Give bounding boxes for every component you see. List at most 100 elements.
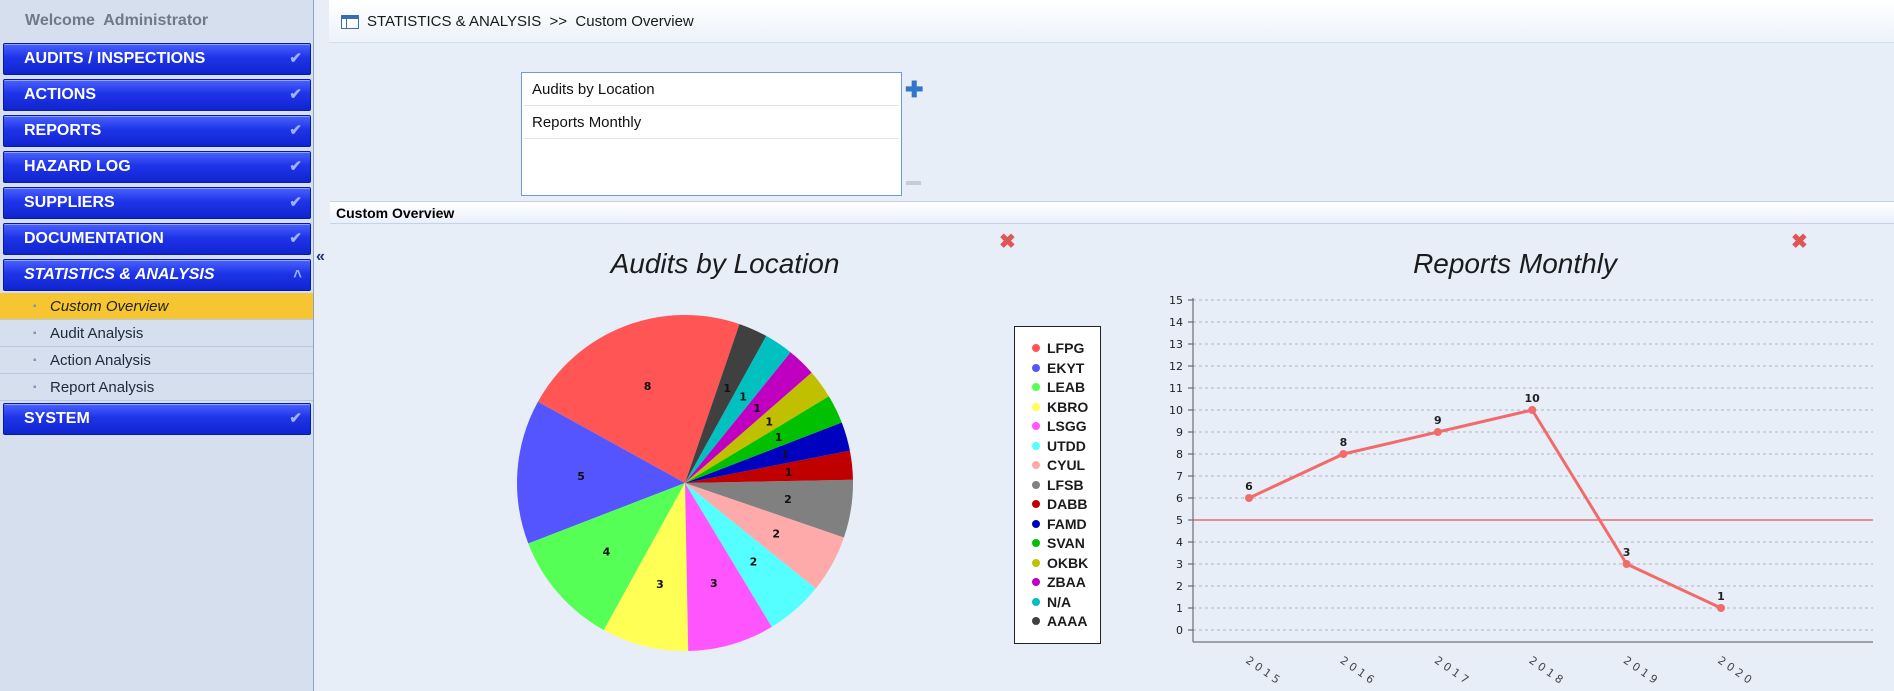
legend-label: LEAB <box>1047 379 1086 395</box>
nav-system[interactable]: SYSTEM ✔ <box>3 403 311 435</box>
nav-label: DOCUMENTATION <box>24 230 164 247</box>
nav-reports[interactable]: REPORTS ✔ <box>3 115 311 147</box>
y-tick-label: 7 <box>1176 470 1183 483</box>
y-tick-label: 15 <box>1169 294 1183 307</box>
x-tick-label: 2 0 1 7 <box>1432 654 1471 687</box>
list-item[interactable]: Audits by Location <box>524 75 899 106</box>
y-tick-label: 0 <box>1176 624 1183 637</box>
legend-swatch <box>1032 500 1040 508</box>
y-tick-label: 5 <box>1176 514 1183 527</box>
data-label: 10 <box>1525 392 1541 405</box>
close-line-chart-icon[interactable]: ✖ <box>1791 229 1808 254</box>
nav-documentation[interactable]: DOCUMENTATION ✔ <box>3 223 311 255</box>
series-line <box>1248 408 1722 610</box>
nav-hazard-log[interactable]: HAZARD LOG ✔ <box>3 151 311 183</box>
bullet-icon: ▪ <box>33 301 37 312</box>
sidebar: Welcome Administrator AUDITS / INSPECTIO… <box>0 0 314 691</box>
remove-icon[interactable] <box>906 181 921 185</box>
pie-slice-label: 4 <box>603 545 611 558</box>
subnav-action-analysis[interactable]: ▪ Action Analysis <box>0 347 313 374</box>
y-tick-label: 2 <box>1176 580 1183 593</box>
legend-label: DABB <box>1047 496 1088 512</box>
legend-entry: N/A <box>1032 593 1071 612</box>
legend-label: KBRO <box>1047 398 1089 415</box>
close-pie-chart-icon[interactable]: ✖ <box>999 229 1016 254</box>
nav-statistics-analysis[interactable]: STATISTICS & ANALYSIS ˄ <box>3 259 311 291</box>
y-tick-label: 12 <box>1169 360 1183 373</box>
legend-swatch <box>1032 597 1040 606</box>
legend-swatch <box>1032 461 1040 469</box>
nav-label: STATISTICS & ANALYSIS <box>24 266 215 283</box>
pie-slice-label: 2 <box>772 527 780 540</box>
legend-swatch <box>1032 480 1040 489</box>
nav-audits-inspections[interactable]: AUDITS / INSPECTIONS ✔ <box>3 43 311 75</box>
legend-swatch <box>1032 617 1040 625</box>
legend-swatch <box>1032 519 1040 528</box>
legend-entry: ZBAA <box>1032 573 1086 592</box>
subnav-audit-analysis[interactable]: ▪ Audit Analysis <box>0 320 313 347</box>
panel-header: Custom Overview <box>330 201 1894 224</box>
legend-entry: LFSB <box>1032 476 1084 495</box>
subnav-label: Audit Analysis <box>50 325 144 342</box>
list-item[interactable]: Reports Monthly <box>524 108 899 139</box>
data-label: 8 <box>1340 436 1348 449</box>
nav-actions[interactable]: ACTIONS ✔ <box>3 79 311 111</box>
subnav-label: Report Analysis <box>50 379 155 396</box>
chevron-down-icon: ✔ <box>289 122 302 139</box>
y-tick-label: 8 <box>1176 448 1183 461</box>
legend-label: N/A <box>1047 593 1072 610</box>
y-tick-label: 1 <box>1176 602 1183 615</box>
legend-label: FAMD <box>1047 515 1087 532</box>
data-point <box>1717 604 1725 612</box>
legend-swatch <box>1032 402 1040 411</box>
pie-slice-label: 1 <box>785 466 793 479</box>
legend-entry: DABB <box>1032 495 1087 514</box>
collapse-sidebar-icon[interactable]: « <box>316 248 325 266</box>
data-point <box>1622 560 1631 568</box>
data-point <box>1528 406 1537 414</box>
pie-slice-label: 2 <box>784 493 792 506</box>
x-tick-label: 2 0 1 9 <box>1621 654 1660 687</box>
x-tick-label: 2 0 1 6 <box>1338 654 1377 687</box>
legend-swatch <box>1032 363 1040 372</box>
legend-label: ZBAA <box>1047 574 1086 590</box>
data-label: 6 <box>1245 480 1253 493</box>
legend-entry: LSGG <box>1032 417 1087 436</box>
overview-list[interactable]: Audits by Location Reports Monthly <box>521 72 902 196</box>
y-tick-label: 14 <box>1169 316 1183 329</box>
legend-swatch <box>1032 539 1040 547</box>
nav-label: SYSTEM <box>24 410 90 427</box>
pie-slice-label: 3 <box>656 578 664 591</box>
legend-swatch <box>1032 441 1040 450</box>
legend-label: EKYT <box>1047 359 1085 376</box>
legend-swatch <box>1032 344 1040 352</box>
pie-slice-label: 1 <box>753 402 761 415</box>
nav-label: AUDITS / INSPECTIONS <box>24 50 206 67</box>
legend-entry: KBRO <box>1032 398 1088 417</box>
legend-swatch <box>1032 383 1040 391</box>
legend-entry: LFPG <box>1032 339 1084 358</box>
legend-label: AAAA <box>1047 613 1088 629</box>
pie-slice-label: 2 <box>750 556 758 569</box>
add-icon[interactable]: ✚ <box>905 79 923 101</box>
legend-swatch <box>1032 422 1040 430</box>
y-tick-label: 3 <box>1176 558 1183 571</box>
subnav-custom-overview[interactable]: ▪ Custom Overview <box>0 293 313 320</box>
legend-label: SVAN <box>1047 535 1085 551</box>
chevron-down-icon: ✔ <box>289 50 302 67</box>
legend-label: LSGG <box>1047 418 1087 434</box>
subnav-label: Action Analysis <box>50 352 151 369</box>
y-tick-label: 4 <box>1176 536 1183 549</box>
legend-label: OKBK <box>1047 554 1089 571</box>
nav-suppliers[interactable]: SUPPLIERS ✔ <box>3 187 311 219</box>
legend-entry: LEAB <box>1032 378 1085 397</box>
subnav-report-analysis[interactable]: ▪ Report Analysis <box>0 374 313 401</box>
data-point <box>1339 450 1348 458</box>
chevron-up-icon: ˄ <box>293 266 302 283</box>
x-tick-label: 2 0 2 0 <box>1715 654 1754 687</box>
legend-entry: AAAA <box>1032 612 1087 631</box>
data-point <box>1433 428 1442 436</box>
breadcrumb: STATISTICS & ANALYSIS >> Custom Overview <box>367 13 694 30</box>
pie-slice-label: 1 <box>765 416 773 429</box>
pie-chart-title: Audits by Location <box>610 248 840 279</box>
